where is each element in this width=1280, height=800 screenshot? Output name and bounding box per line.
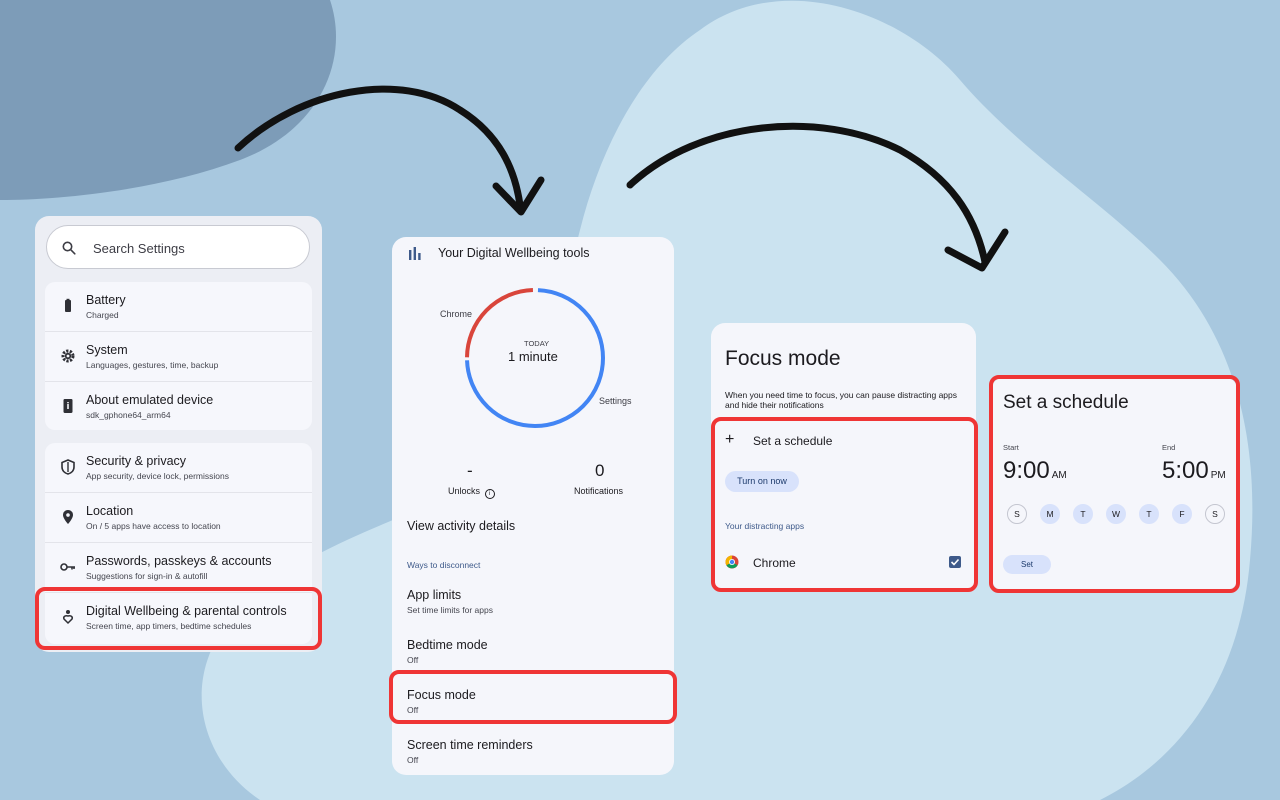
donut-total: 1 minute: [508, 349, 558, 364]
settings-item-subtitle: sdk_gphone64_arm64: [86, 410, 171, 420]
search-input[interactable]: Search Settings: [46, 225, 310, 269]
focus-mode-description: When you need time to focus, you can pau…: [725, 390, 957, 410]
donut-label-chrome: Chrome: [440, 309, 473, 319]
settings-item-subtitle: Charged: [86, 310, 119, 320]
phone-info-icon: [63, 399, 73, 413]
ways-to-disconnect-header: Ways to disconnect: [407, 560, 481, 570]
settings-item-title: Passwords, passkeys & accounts: [86, 554, 272, 568]
settings-item-subtitle: Suggestions for sign-in & autofill: [86, 571, 208, 581]
search-icon: [62, 241, 76, 255]
donut-today-label: TODAY: [524, 339, 550, 348]
app-limits-item[interactable]: App limits Set time limits for apps: [407, 588, 493, 615]
key-icon: [60, 563, 75, 571]
donut-label-settings: Settings: [599, 396, 632, 406]
highlight-schedule-and-apps: [711, 417, 978, 592]
item-subtitle: Off: [407, 655, 419, 665]
settings-item-subtitle: Languages, gestures, time, backup: [86, 360, 219, 370]
notifications-label: Notifications: [574, 486, 624, 496]
settings-item-title: About emulated device: [86, 393, 214, 407]
unlocks-value: -: [467, 461, 473, 480]
info-icon: i: [484, 489, 495, 499]
focus-mode-title: Focus mode: [725, 347, 841, 370]
unlocks-label[interactable]: Unlocks i: [448, 486, 495, 499]
item-subtitle: Set time limits for apps: [407, 605, 493, 615]
highlight-focus-mode: [389, 670, 677, 724]
battery-icon: [65, 298, 71, 312]
highlight-digital-wellbeing: [35, 587, 322, 650]
bedtime-mode-item[interactable]: Bedtime mode Off: [407, 638, 488, 665]
view-activity-details[interactable]: View activity details: [407, 519, 515, 533]
settings-item-security[interactable]: Security & privacy App security, device …: [45, 443, 312, 493]
item-title: App limits: [407, 588, 462, 602]
search-placeholder: Search Settings: [93, 241, 185, 256]
gear-icon: [61, 349, 75, 363]
settings-item-subtitle: App security, device lock, permissions: [86, 471, 229, 481]
view-activity-label: View activity details: [407, 519, 516, 533]
screen-time-reminders-item[interactable]: Screen time reminders Off: [407, 738, 533, 765]
settings-item-title: Security & privacy: [86, 454, 187, 468]
settings-item-battery[interactable]: Battery Charged: [45, 282, 312, 332]
settings-item-passwords[interactable]: Passwords, passkeys & accounts Suggestio…: [45, 543, 312, 593]
wellbeing-header-title: Your Digital Wellbeing tools: [438, 246, 590, 260]
settings-group-device: Battery Charged System Languages, gestur…: [45, 282, 312, 430]
highlight-set-schedule: [989, 375, 1240, 593]
settings-item-title: Battery: [86, 293, 126, 307]
settings-item-system[interactable]: System Languages, gestures, time, backup: [45, 332, 312, 382]
settings-item-subtitle: On / 5 apps have access to location: [86, 521, 221, 531]
settings-item-location[interactable]: Location On / 5 apps have access to loca…: [45, 493, 312, 543]
item-title: Screen time reminders: [407, 738, 533, 752]
settings-item-about-device[interactable]: About emulated device sdk_gphone64_arm64: [45, 382, 312, 430]
settings-item-title: System: [86, 343, 128, 357]
shield-icon: [61, 459, 75, 475]
unlocks-label-text: Unlocks: [448, 486, 481, 496]
settings-item-title: Location: [86, 504, 134, 518]
item-subtitle: Off: [407, 755, 419, 765]
location-pin-icon: [63, 510, 73, 524]
item-title: Bedtime mode: [407, 638, 488, 652]
notifications-value: 0: [595, 461, 605, 480]
bar-chart-icon: [409, 247, 421, 260]
